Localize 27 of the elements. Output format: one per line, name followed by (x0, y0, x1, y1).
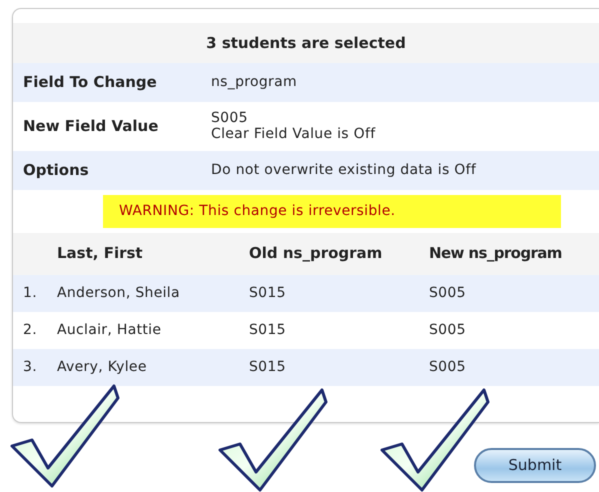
warning-message: WARNING: This change is irreversible. (103, 194, 561, 228)
checkmark-icon (10, 384, 120, 488)
checkmark-icon (380, 388, 490, 492)
column-header: Last, First (57, 243, 144, 264)
submit-button[interactable]: Submit (474, 448, 596, 483)
row-number: 3. (22, 358, 38, 377)
field-value: ns_program (211, 74, 297, 91)
table-cell-text: S015 (249, 284, 287, 303)
field-value: S005 Clear Field Value is Off (211, 110, 376, 144)
table-cell-text: S015 (249, 358, 287, 377)
table-cell-text: S005 (429, 320, 466, 340)
column-header: New ns_program (429, 243, 562, 264)
table-cell-text: Anderson, Sheila (57, 284, 181, 303)
checkmark-icon (218, 388, 328, 492)
table-cell-text: Auclair, Hattie (57, 320, 162, 340)
table-cell-text: S015 (249, 320, 287, 340)
table-cell-text: S005 (429, 284, 466, 303)
table-cell-text: Avery, Kylee (57, 358, 148, 377)
field-value: Do not overwrite existing data is Off (211, 162, 476, 179)
column-header: Old ns_program (249, 243, 384, 264)
panel-title: 3 students are selected (206, 32, 406, 54)
field-label: Field To Change (23, 72, 158, 93)
row-number: 1. (22, 284, 38, 303)
row-number: 2. (22, 320, 38, 340)
field-label: Options (23, 160, 90, 182)
field-label: New Field Value (23, 116, 160, 138)
table-cell-text: S005 (429, 358, 466, 377)
